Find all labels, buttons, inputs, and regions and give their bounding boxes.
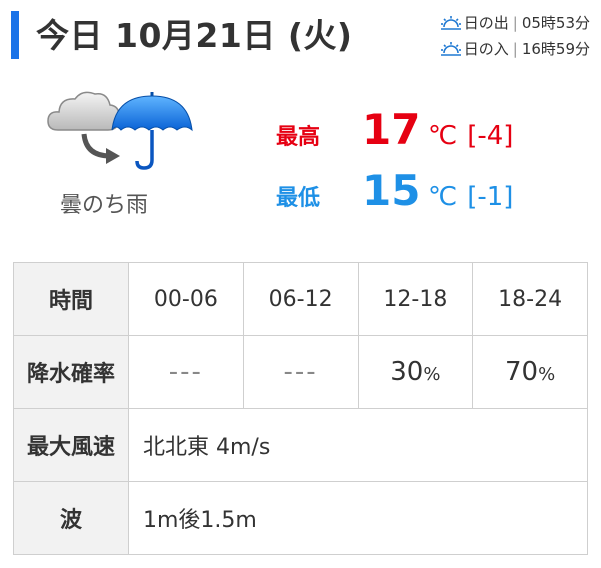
- precip-header: 降水確率: [13, 335, 129, 409]
- temp-high-diff: [-4]: [467, 121, 514, 151]
- precip-cell: 70%: [472, 335, 588, 409]
- period-cell: 12-18: [357, 262, 474, 336]
- table-row: 時間 00-06 06-12 12-18 18-24: [13, 262, 588, 336]
- temp-high-unit: ℃: [428, 121, 458, 151]
- sunrise-info: 日の出 | 05時53分: [440, 12, 590, 33]
- period-cell: 06-12: [242, 262, 359, 336]
- sunset-icon: [440, 41, 461, 56]
- sunrise-icon: [440, 15, 461, 30]
- table-row: 降水確率 --- --- 30% 70%: [13, 335, 588, 409]
- date-header: 今日 10月21日 (火) 日の出 | 05時53分 日の入 | 16時59分: [0, 0, 601, 70]
- temp-low: 最低 15 ℃ [-1]: [276, 166, 513, 216]
- temp-high-label: 最高: [276, 125, 321, 150]
- temp-low-unit: ℃: [428, 182, 458, 212]
- sunset-label: 日の入: [463, 40, 509, 58]
- temp-high-value: 17: [362, 105, 421, 154]
- wave-header: 波: [13, 481, 129, 555]
- wind-header: 最大風速: [13, 408, 129, 482]
- precip-cell: ---: [128, 335, 244, 409]
- separator: |: [512, 39, 518, 58]
- forecast-table: 時間 00-06 06-12 12-18 18-24 降水確率 --- --- …: [13, 262, 588, 555]
- temp-low-value: 15: [362, 166, 421, 215]
- precip-cell: 30%: [357, 335, 474, 409]
- period-cell: 00-06: [128, 262, 244, 336]
- sunrise-label: 日の出: [463, 14, 509, 32]
- table-row: 最大風速 北北東 4m/s: [13, 408, 588, 482]
- time-header: 時間: [13, 262, 129, 336]
- wave-cell: 1m後1.5m: [128, 481, 588, 555]
- precip-cell: ---: [242, 335, 359, 409]
- weather-label: 曇のち雨: [60, 193, 149, 218]
- page-title: 今日 10月21日 (火): [36, 16, 353, 55]
- temp-high: 最高 17 ℃ [-4]: [276, 105, 513, 155]
- period-cell: 18-24: [472, 262, 588, 336]
- header-accent-bar: [11, 11, 19, 59]
- temp-low-label: 最低: [276, 186, 321, 211]
- cloudy-then-rain-icon: [47, 91, 193, 170]
- table-row: 波 1m後1.5m: [13, 481, 588, 555]
- wind-cell: 北北東 4m/s: [128, 408, 588, 482]
- separator: |: [512, 13, 518, 32]
- sunset-time: 16時59分: [521, 40, 590, 58]
- temp-low-diff: [-1]: [467, 182, 514, 212]
- sunrise-time: 05時53分: [521, 14, 590, 32]
- sunset-info: 日の入 | 16時59分: [440, 38, 590, 59]
